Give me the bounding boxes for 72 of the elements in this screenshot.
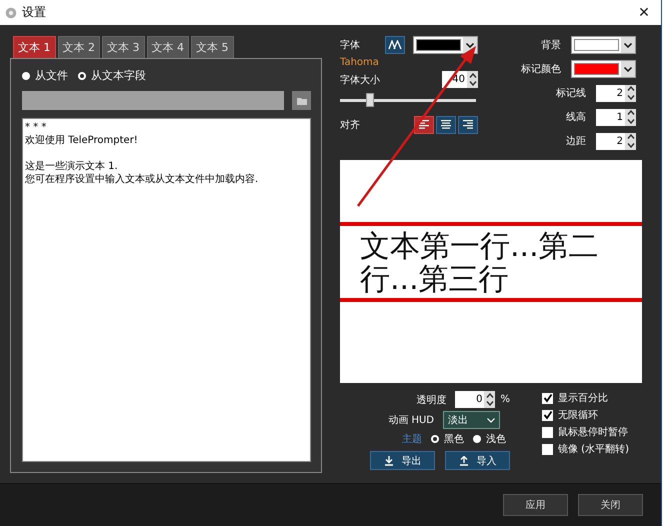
download-icon <box>384 456 394 466</box>
caret-icon <box>487 418 495 422</box>
align-label: 对齐 <box>340 118 360 132</box>
number-spinner[interactable]: 1 <box>596 108 636 126</box>
color-dropdown[interactable] <box>571 60 636 78</box>
text-tab[interactable]: 文本 2 <box>58 36 100 58</box>
text-tab[interactable]: 文本 4 <box>146 36 189 58</box>
align-center-icon <box>440 120 452 130</box>
hud-dropdown[interactable]: 淡出 <box>443 411 500 429</box>
preview-text: 文本第一行...第二行...第三行 <box>359 228 600 298</box>
number-spinner[interactable]: 2 <box>596 132 636 150</box>
checkbox-label: 镜像 (水平翻转) <box>558 442 629 456</box>
align-left-icon <box>418 120 430 130</box>
align-button[interactable] <box>436 116 456 134</box>
radio-button[interactable] <box>473 435 481 443</box>
checkbox[interactable] <box>542 444 553 454</box>
font-color-dropdown[interactable] <box>412 36 478 54</box>
window-title: 设置 <box>22 4 46 21</box>
setting-label: 标记颜色 <box>521 62 561 76</box>
checkbox-label: 鼠标悬停时暂停 <box>558 426 628 439</box>
text-line: * * * <box>25 121 48 134</box>
text-tab[interactable]: 文本 5 <box>191 36 234 58</box>
radio-button[interactable] <box>22 72 30 80</box>
opacity-label: 透明度 <box>416 394 446 406</box>
folder-icon <box>296 96 306 104</box>
hud-label: 动画 HUD <box>388 414 434 427</box>
number-spinner[interactable]: 2 <box>596 84 636 102</box>
font-picker-button[interactable] <box>385 36 405 54</box>
checkbox-label: 显示百分比 <box>558 392 608 405</box>
font-size-spinner[interactable]: 40 <box>442 71 478 88</box>
file-path-field[interactable] <box>22 91 284 110</box>
text-tab[interactable]: 文本 3 <box>102 36 144 58</box>
folder-button[interactable] <box>292 91 311 110</box>
setting-label: 线高 <box>566 110 586 124</box>
text-line: 您可在程序设置中输入文本或从文本文件中加载内容. <box>25 173 260 186</box>
footer-button[interactable]: 应用 <box>503 494 568 516</box>
upload-icon <box>458 456 468 466</box>
checkbox[interactable] <box>542 410 553 420</box>
radio-label: 浅色 <box>486 432 506 446</box>
align-right-icon <box>462 120 474 130</box>
setting-label: 背景 <box>541 38 561 52</box>
io-button[interactable]: 导出 <box>370 451 435 470</box>
setting-label: 标记线 <box>556 86 586 100</box>
opacity-spinner[interactable]: 0 <box>455 391 496 408</box>
caret-icon <box>466 42 474 48</box>
footer-button[interactable]: 关闭 <box>578 494 643 516</box>
radio-label: 从文件 <box>35 68 68 83</box>
color-dropdown[interactable] <box>571 36 636 54</box>
caret-icon <box>624 66 632 72</box>
gear-icon <box>4 6 18 20</box>
font-size-slider[interactable] <box>340 93 476 107</box>
checkbox-label: 无限循环 <box>558 409 598 422</box>
checkbox[interactable] <box>542 392 553 404</box>
text-line: 这是一些演示文本 1. <box>25 160 119 173</box>
caret-icon <box>624 42 632 48</box>
radio-label: 黑色 <box>444 433 464 446</box>
io-button[interactable]: 导入 <box>445 451 510 470</box>
checkbox[interactable] <box>542 426 553 438</box>
setting-label: 边距 <box>566 134 586 148</box>
font-label: 字体 <box>340 38 360 52</box>
radio-button[interactable] <box>78 72 86 80</box>
align-button[interactable] <box>458 116 478 134</box>
percent-sign: % <box>500 394 510 405</box>
close-button[interactable]: ✕ <box>627 0 661 25</box>
text-line: 欢迎使用 TelePrompter! <box>25 134 139 147</box>
radio-label: 从文本字段 <box>91 68 146 83</box>
text-tab[interactable]: 文本 1 <box>13 36 56 58</box>
theme-label: 主题 <box>402 432 422 446</box>
font-name: Tahoma <box>340 57 380 68</box>
text-area[interactable]: * * * 欢迎使用 TelePrompter! 这是一些演示文本 1. 您可在程序设置中输入文本或从文本文件中加载内容. <box>22 118 311 462</box>
font-size-label: 字体大小 <box>340 74 380 86</box>
radio-button[interactable] <box>431 435 439 443</box>
